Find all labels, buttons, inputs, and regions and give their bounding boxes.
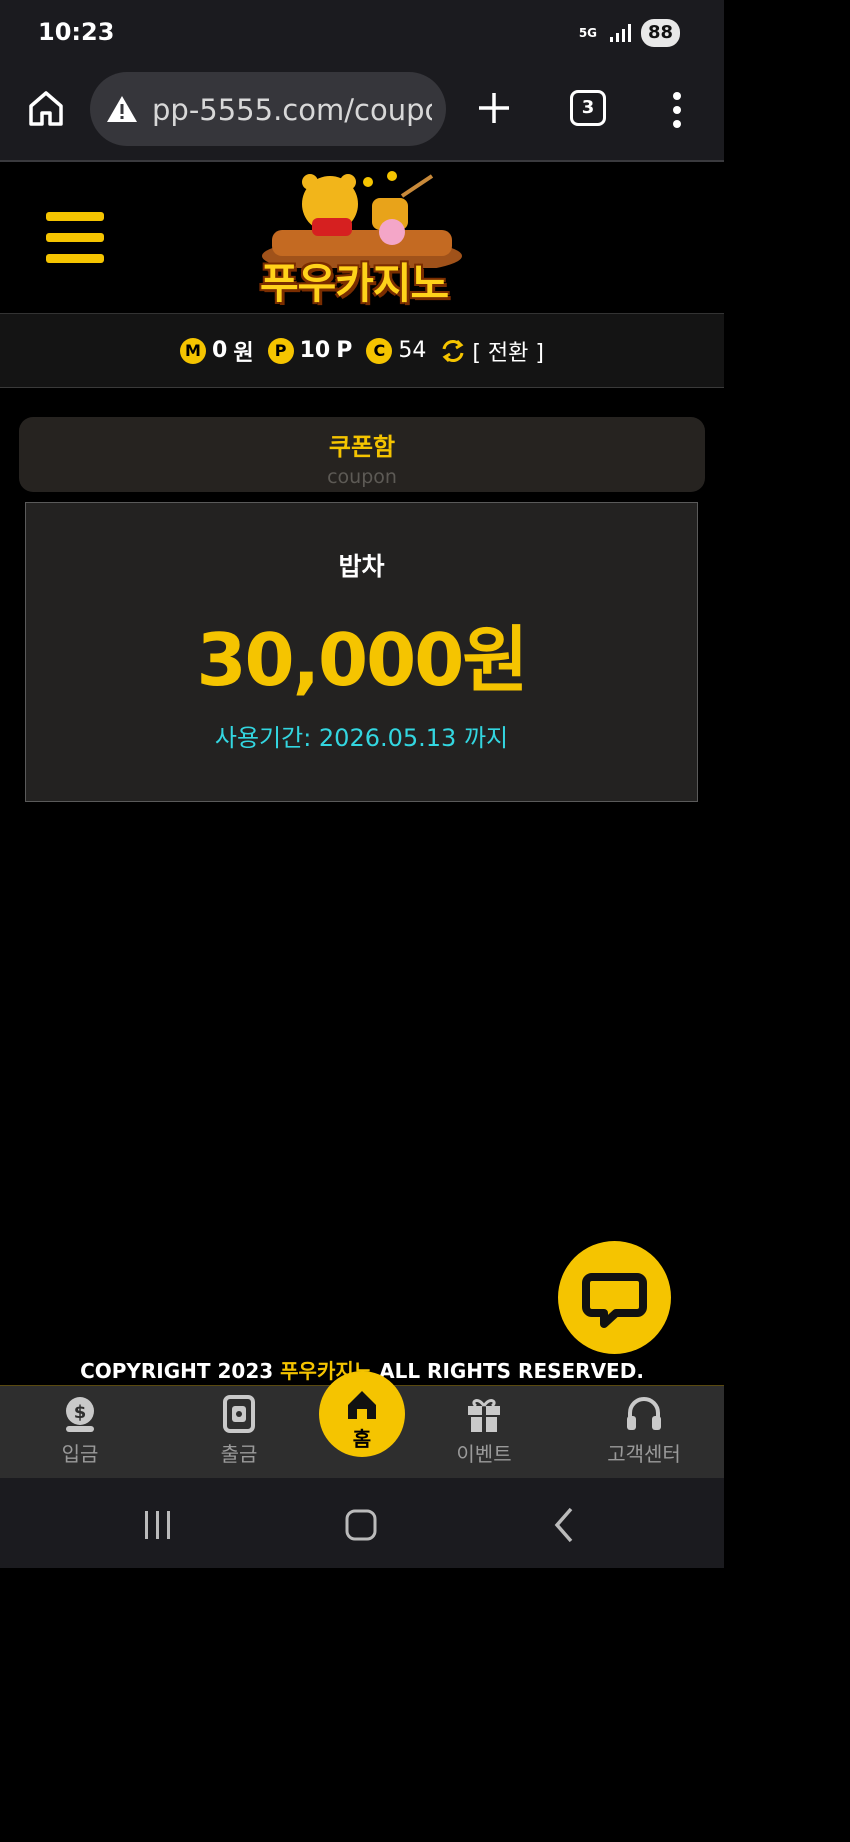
point-value: 10 [299, 338, 331, 363]
point-unit: P [336, 338, 353, 363]
convert-button[interactable]: [ 전환 ] [440, 335, 544, 367]
balance-bar: M 0 원 P 10 P C 54 [ 전환 ] [0, 314, 724, 388]
money-balance: M 0 원 [180, 335, 254, 367]
refresh-icon [442, 339, 464, 362]
url-text[interactable]: pp-5555.com/coupo [152, 93, 432, 127]
back-icon[interactable] [544, 1505, 584, 1545]
atm-icon [223, 1395, 255, 1433]
status-bar: 10:23 5G 88 [0, 0, 724, 68]
coupon-amount: 30,000원 [196, 618, 528, 702]
home-button-circle[interactable]: 홈 [319, 1371, 405, 1457]
coupon-section-title: 쿠폰함 [328, 433, 396, 461]
chat-button[interactable] [558, 1241, 671, 1354]
more-menu-icon[interactable] [662, 88, 692, 132]
coupon-expiry: 사용기간: 2026.05.13 까지 [214, 724, 509, 752]
nav-withdraw[interactable]: 출금 [179, 1394, 299, 1467]
chat-bubble-icon [582, 1273, 647, 1328]
coupon-section-subtitle: coupon [327, 466, 397, 488]
status-time: 10:23 [38, 18, 115, 46]
nav-support[interactable]: 고객센터 [584, 1394, 704, 1467]
coin-coin-icon: C [366, 337, 393, 364]
coupon-name: 밥차 [338, 552, 385, 581]
coin-balance: C 54 [366, 337, 427, 364]
point-coin-icon: P [267, 337, 294, 364]
svg-text:$: $ [74, 1402, 87, 1423]
copyright-suffix: ALL RIGHTS RESERVED. [379, 1359, 644, 1383]
nav-withdraw-label: 출금 [220, 1442, 258, 1466]
browser-home-icon[interactable] [26, 88, 66, 128]
nav-deposit[interactable]: $ 입금 [20, 1394, 140, 1467]
coupon-section-header: 쿠폰함 coupon [19, 417, 705, 492]
headset-icon [627, 1397, 661, 1430]
hamburger-menu-icon[interactable] [46, 212, 104, 264]
point-balance: P 10 P [267, 337, 353, 364]
money-value: 0 [212, 338, 228, 363]
nav-home-label: 홈 [352, 1427, 372, 1451]
system-home-icon[interactable] [341, 1505, 381, 1545]
status-indicators: 5G 88 [577, 19, 680, 47]
battery-badge: 88 [640, 19, 680, 47]
signal-icon [609, 24, 631, 42]
gift-icon [468, 1399, 500, 1432]
nav-event-label: 이벤트 [456, 1442, 512, 1466]
nav-home[interactable]: 홈 [319, 1371, 405, 1471]
new-tab-icon[interactable] [474, 88, 514, 128]
recent-apps-icon[interactable] [138, 1505, 178, 1545]
site-header: 푸우카지노 [0, 164, 724, 314]
logo-text: 푸우카지노 [260, 259, 449, 308]
network-indicator: 5G [578, 26, 598, 40]
address-bar[interactable]: pp-5555.com/coupo [90, 72, 446, 146]
nav-support-label: 고객센터 [607, 1442, 681, 1466]
system-nav-bar [0, 1478, 724, 1568]
convert-label[interactable]: [ 전환 ] [472, 335, 544, 367]
coupon-card[interactable]: 밥차 30,000원 사용기간: 2026.05.13 까지 [25, 502, 698, 802]
money-coin-icon: M [180, 337, 207, 364]
bottom-nav: $ 입금 출금 홈 이벤트 고객센터 [0, 1371, 724, 1478]
coin-value: 54 [398, 338, 427, 363]
nav-deposit-label: 입금 [61, 1442, 99, 1466]
money-unit: 원 [233, 340, 254, 366]
tab-switcher-button[interactable]: 3 [570, 90, 606, 126]
nav-event[interactable]: 이벤트 [424, 1394, 544, 1467]
warning-icon[interactable] [106, 94, 138, 124]
home-icon [348, 1391, 376, 1419]
money-bag-icon: $ [66, 1397, 94, 1432]
site-logo[interactable]: 푸우카지노 [252, 168, 472, 308]
copyright-prefix: COPYRIGHT 2023 [80, 1359, 274, 1383]
browser-toolbar: pp-5555.com/coupo 3 [0, 68, 724, 162]
